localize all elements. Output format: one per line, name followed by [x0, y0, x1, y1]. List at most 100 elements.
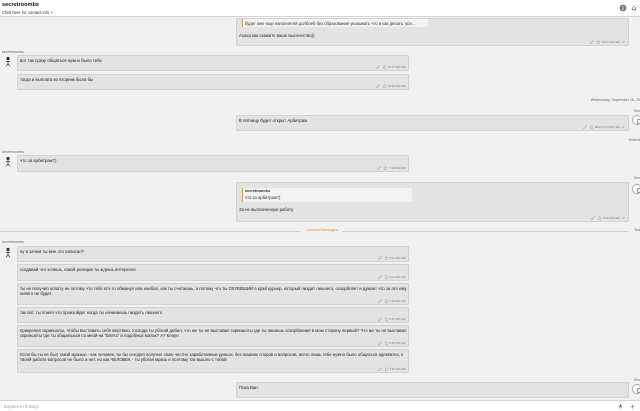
star-icon[interactable]	[596, 40, 601, 44]
star-icon[interactable]	[383, 166, 389, 170]
message-meta: 10:17 AM (1D)	[590, 40, 626, 44]
message-text: прикрепил скриншоты, чтобы выставить себ…	[20, 328, 407, 339]
message-time: Edited 6:15 AM (1D)	[594, 125, 620, 129]
double-check-icon	[621, 216, 625, 220]
sender-name: secretroombs	[2, 150, 24, 154]
sender-name: secretroombs	[2, 50, 24, 54]
avatar-icon[interactable]	[632, 384, 640, 394]
star-icon[interactable]	[597, 216, 603, 220]
message-text: вот так сразу общаться нужно было тебе	[20, 58, 102, 63]
avatar-icon[interactable]	[632, 115, 640, 125]
message-time: 4:28 AM (1D)	[389, 341, 406, 345]
message-time: 10:18 AM (1D)	[387, 84, 406, 88]
double-check-icon	[621, 125, 625, 129]
avatar-icon[interactable]	[632, 184, 640, 194]
message-text: Если бы ты не был такой мразью - как чел…	[20, 352, 404, 363]
star-icon[interactable]	[383, 317, 389, 321]
message-bubble[interactable]: Если бы ты не был такой мразью - как чел…	[17, 349, 409, 373]
message-meta: 10:18 AM (1D)	[376, 84, 406, 88]
message-meta: 4:27 AM (1D)	[377, 317, 406, 321]
message-bubble[interactable]: secretroombs что за арбитраж?) За не вып…	[236, 182, 629, 222]
date-separator: Tod	[634, 228, 640, 232]
message-meta: 4:24 AM (1D)	[377, 299, 406, 303]
message-meta: 7:10 PM (1D)	[377, 166, 406, 170]
sender-name: secretroombs	[2, 240, 24, 244]
message-text: создавай что хочешь, какой реакции ты жд…	[20, 267, 136, 272]
message-meta: 4:30 AM (1D)	[377, 367, 406, 371]
microphone-icon[interactable]	[617, 403, 624, 410]
edit-icon[interactable]	[376, 84, 381, 88]
contact-name[interactable]: secretroombs	[2, 2, 39, 8]
quoted-text: что за арбитраж?)	[245, 195, 281, 200]
quoted-text: будет мне еще наполнятей долбоеб без обр…	[245, 21, 416, 26]
message-list[interactable]: будет мне еще наполнятей долбоеб без обр…	[0, 18, 640, 398]
message-time: 10:17 AM (1D)	[601, 40, 620, 44]
message-time: 10:17 AM (1D)	[387, 65, 406, 69]
attach-icon[interactable]	[629, 403, 636, 410]
message-bubble[interactable]: В пятницу будет открыт Арбитраж. Edited …	[236, 115, 629, 131]
message-text: ну и зачем ты мне это написал?	[20, 249, 85, 254]
quoted-sender: secretroombs	[245, 189, 271, 193]
message-bubble[interactable]: ну и зачем ты мне это написал? 3:11 AM (…	[17, 246, 409, 262]
edit-icon[interactable]	[376, 65, 381, 69]
edit-icon[interactable]	[583, 125, 588, 129]
edit-icon[interactable]	[377, 299, 383, 303]
edit-icon[interactable]	[590, 40, 595, 44]
message-text: так вот, ты понял что произойдет когда т…	[20, 310, 163, 315]
avatar-icon[interactable]	[3, 56, 13, 67]
side-sender-label: Sec	[633, 176, 640, 180]
message-meta: 4:28 AM (1D)	[377, 341, 406, 345]
message-bubble[interactable]: вот так сразу общаться нужно было тебе 1…	[17, 55, 409, 71]
contact-info-link[interactable]: Click here for contact info >	[2, 10, 53, 15]
unread-separator: Unread Messages Tod	[0, 228, 640, 234]
message-bubble[interactable]: Пока Ван.	[236, 382, 629, 398]
bell-icon[interactable]	[630, 4, 638, 12]
message-time: 4:24 AM (1D)	[389, 299, 406, 303]
double-check-icon	[621, 40, 625, 44]
side-sender-label: Sec	[633, 378, 640, 382]
date-separator: Yesterd	[627, 138, 640, 142]
edit-icon[interactable]	[377, 341, 383, 345]
avatar-icon[interactable]	[3, 156, 13, 167]
edit-icon[interactable]	[377, 367, 383, 371]
star-icon[interactable]	[383, 341, 389, 345]
unread-label: Unread Messages	[307, 228, 338, 232]
edit-icon[interactable]	[377, 166, 382, 170]
edit-icon[interactable]	[378, 256, 383, 260]
chat-header[interactable]: secretroombs Click here for contact info…	[0, 0, 640, 17]
divider	[0, 231, 300, 232]
star-icon[interactable]	[382, 65, 387, 69]
info-icon[interactable]	[619, 4, 627, 12]
message-input[interactable]	[4, 403, 604, 410]
quoted-message[interactable]: будет мне еще наполнятей долбоеб без обр…	[242, 19, 428, 27]
star-icon[interactable]	[383, 299, 389, 303]
message-text: В пятницу будет открыт Арбитраж.	[239, 118, 309, 123]
message-bubble[interactable]: ты не получил оплату не потому что тебя …	[17, 283, 409, 305]
message-bubble[interactable]: будет мне еще наполнятей долбоеб без обр…	[236, 18, 629, 46]
edit-icon[interactable]	[591, 216, 596, 220]
message-meta: 3:11 AM (1D)	[378, 256, 406, 260]
message-time: 4:27 AM (1D)	[389, 317, 406, 321]
divider	[342, 231, 628, 232]
message-bubble[interactable]: прикрепил скриншоты, чтобы выставить себ…	[17, 325, 409, 347]
message-meta: Edited 6:15 AM (1D)	[583, 125, 626, 129]
message-time: 4:30 AM (1D)	[389, 367, 406, 371]
message-bubble[interactable]: создавай что хочешь, какой реакции ты жд…	[17, 264, 409, 281]
message-text: тогда и выплата во вторник была бы	[20, 77, 94, 82]
message-bubble[interactable]: тогда и выплата во вторник была бы 10:18…	[17, 74, 409, 90]
star-icon[interactable]	[589, 125, 594, 129]
message-composer[interactable]	[0, 400, 640, 411]
message-bubble[interactable]: что за арбитраж?) 7:10 PM (1D)	[17, 155, 409, 172]
star-icon[interactable]	[382, 84, 387, 88]
star-icon[interactable]	[383, 275, 389, 279]
edit-icon[interactable]	[378, 275, 383, 279]
message-time: 8:29 PM (1D)	[603, 216, 620, 220]
message-time: 7:10 PM (1D)	[389, 166, 406, 170]
avatar-icon[interactable]	[3, 247, 13, 258]
message-bubble[interactable]: так вот, ты понял что произойдет когда т…	[17, 307, 409, 323]
star-icon[interactable]	[383, 256, 389, 260]
edit-icon[interactable]	[377, 317, 383, 321]
star-icon[interactable]	[383, 367, 389, 371]
quoted-message[interactable]: secretroombs что за арбитраж?)	[242, 188, 412, 202]
message-time: 3:11 AM (1D)	[389, 256, 406, 260]
